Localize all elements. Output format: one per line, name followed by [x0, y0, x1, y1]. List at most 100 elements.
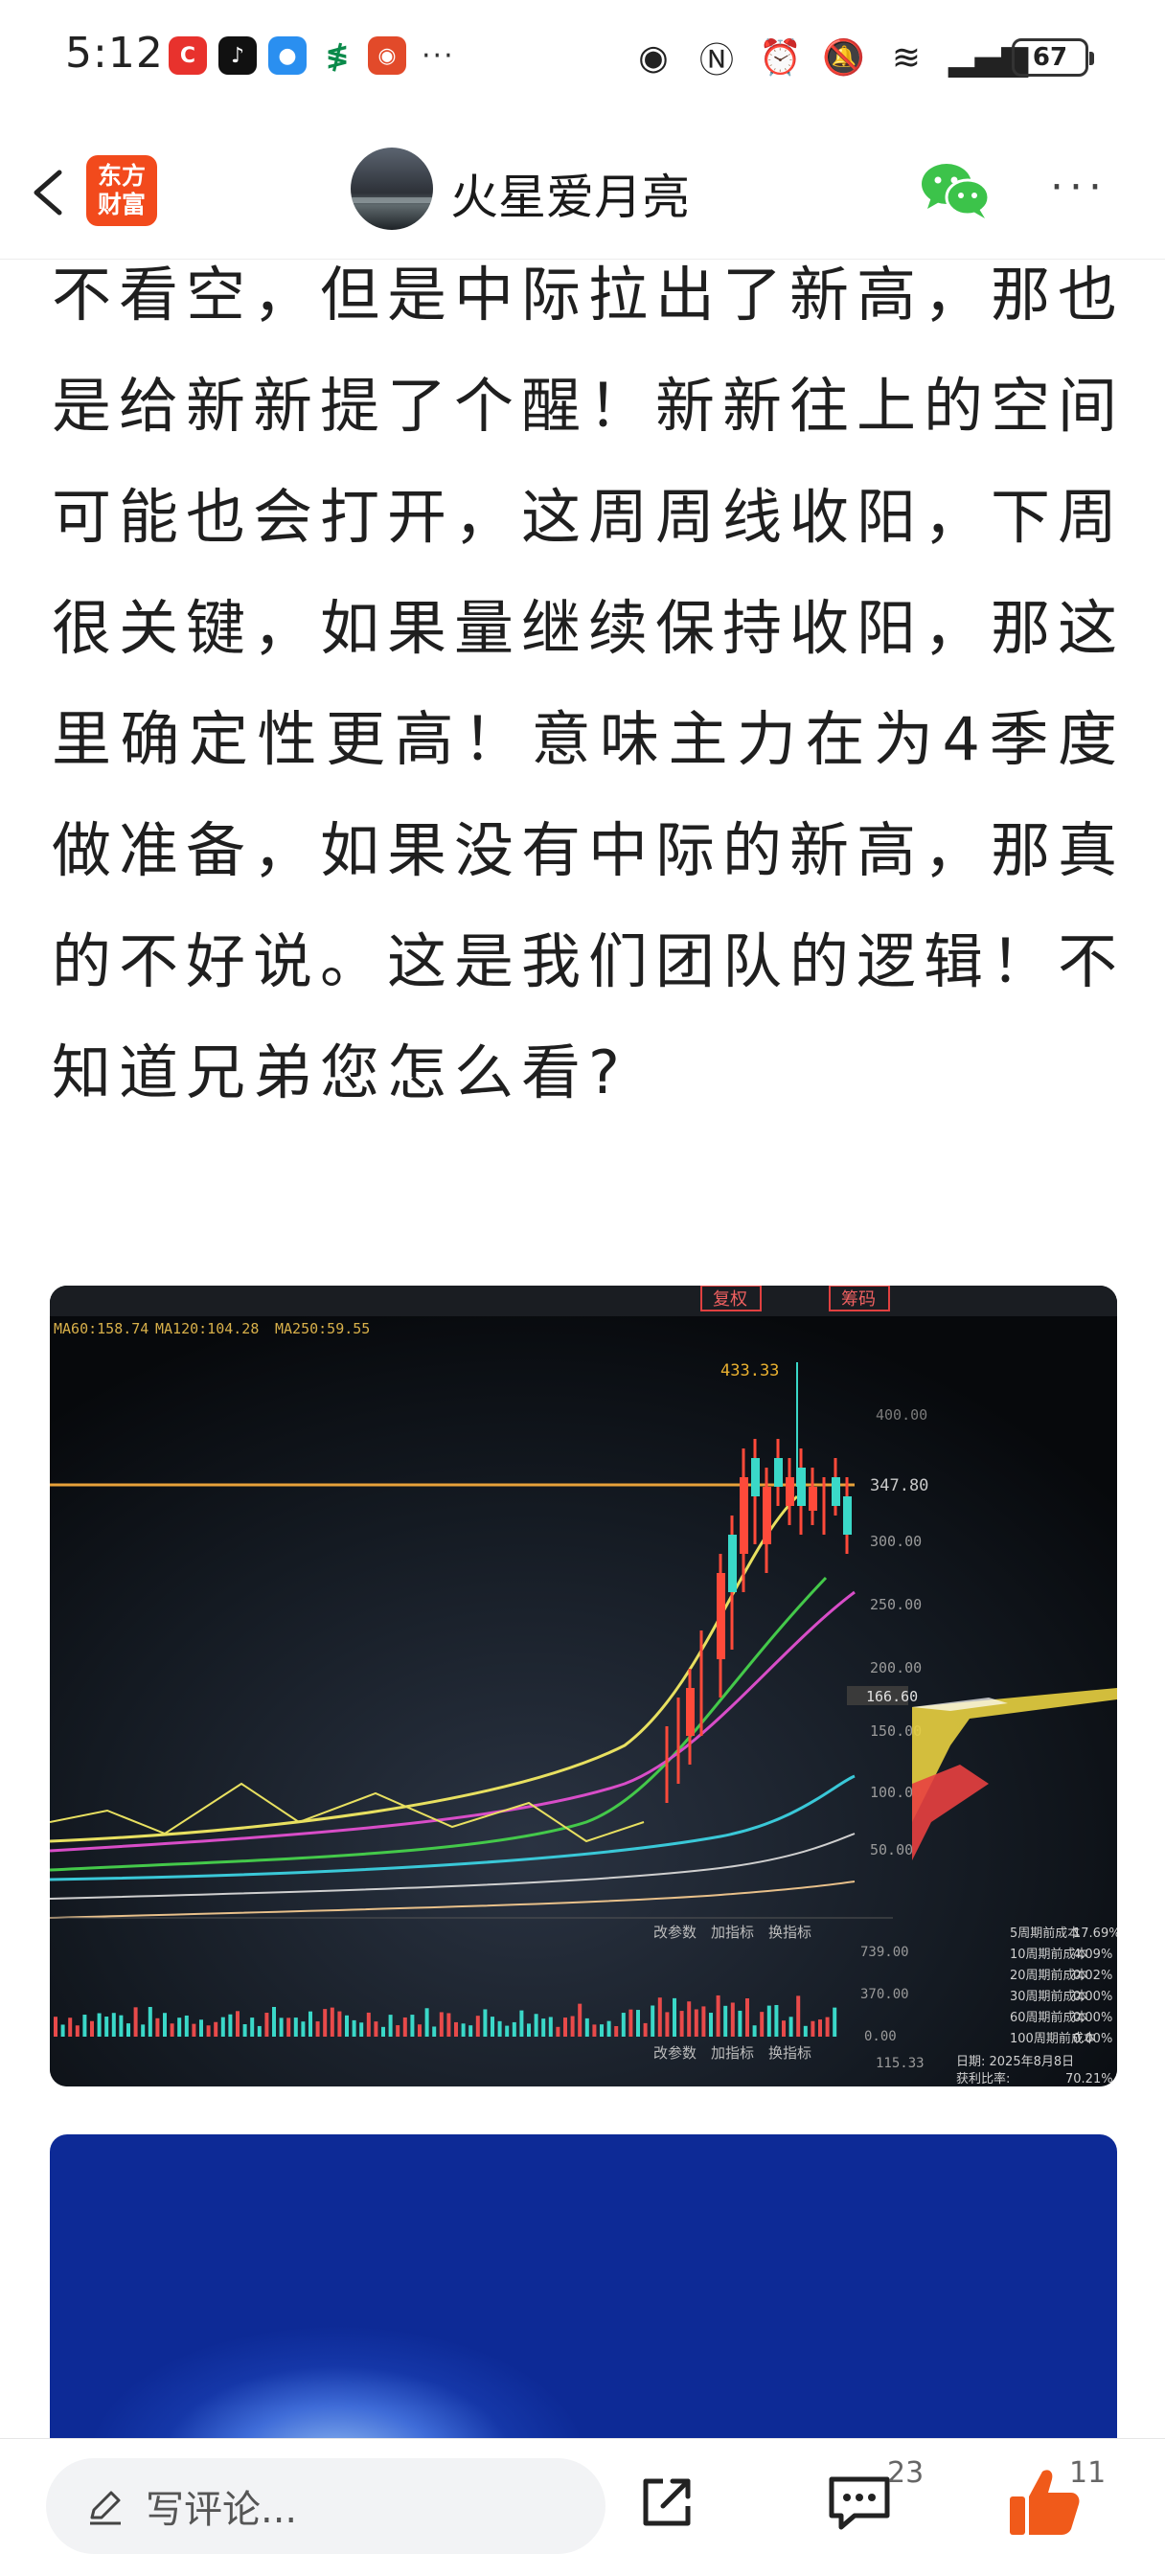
- volume-bar: [82, 2015, 87, 2037]
- volume-bar: [614, 2025, 619, 2037]
- volume-bar: [199, 2019, 203, 2037]
- profit-value: 70.21%: [1065, 2072, 1113, 2086]
- post-image-2[interactable]: [50, 2134, 1117, 2460]
- volume-bar: [170, 2023, 174, 2037]
- volume-bar: [133, 2007, 138, 2037]
- add-indicator-label-2: 加指标: [711, 2044, 754, 2062]
- ma60-label: MA60:158.74: [54, 1320, 148, 1337]
- volume-bar: [578, 2003, 582, 2037]
- volume-bar: [483, 2009, 488, 2037]
- switch-indicator-label: 换指标: [768, 1924, 811, 1941]
- notification-icons: C ♪ ● ≸ ◉ ···: [169, 36, 455, 75]
- comment-icon[interactable]: [826, 2472, 893, 2533]
- volume-bar: [75, 2025, 80, 2037]
- comment-input[interactable]: 写评论...: [46, 2458, 605, 2554]
- volume-bar: [374, 2021, 378, 2037]
- user-avatar[interactable]: [351, 148, 433, 230]
- volume-bar: [716, 1995, 720, 2037]
- chevron-left-icon: [34, 170, 62, 216]
- volume-bar: [505, 2025, 510, 2037]
- volume-bar: [782, 2020, 786, 2037]
- cost-legend-label: 5周期前成本: [1010, 1926, 1080, 1941]
- y-tick: 400.00: [876, 1406, 927, 1424]
- wechat-icon[interactable]: [920, 159, 991, 220]
- cost-legend-value: 0.00%: [1073, 2032, 1112, 2046]
- volume-bar: [825, 2017, 830, 2037]
- volume-bar: [833, 2007, 837, 2037]
- volume-bar: [673, 1997, 676, 2037]
- volume-bar: [250, 2017, 255, 2037]
- status-time: 5:12: [65, 29, 164, 78]
- volume-bar: [126, 2023, 130, 2037]
- y-tick: 300.00: [870, 1533, 922, 1550]
- volume-bar: [563, 2017, 567, 2037]
- volume-bar: [556, 2026, 560, 2037]
- volume-bar: [141, 2024, 146, 2037]
- message-bubble-icon: ●: [268, 36, 307, 75]
- volume-bar: [679, 2011, 684, 2037]
- share-icon[interactable]: [636, 2472, 697, 2533]
- volume-bar: [709, 2013, 713, 2037]
- volume-bar: [454, 2021, 458, 2037]
- brand-logo-line1: 东方: [97, 162, 146, 190]
- volume-bar: [177, 2017, 182, 2037]
- volume-bar: [796, 1995, 801, 2037]
- volume-bar: [330, 2007, 334, 2037]
- volume-bar: [636, 2010, 640, 2037]
- volume-bar: [155, 2017, 160, 2037]
- volume-bar: [236, 2011, 240, 2037]
- volume-bar: [366, 2012, 371, 2037]
- battery-icon: 67: [1012, 38, 1094, 77]
- volume-bar: [111, 2013, 116, 2037]
- app-red-icon: ◉: [368, 36, 406, 75]
- volume-bar: [643, 2022, 648, 2037]
- volume-bar: [570, 2016, 575, 2037]
- cost-legend-value: 0.00%: [1073, 2011, 1112, 2025]
- back-button[interactable]: [21, 159, 79, 226]
- volume-bar: [119, 2015, 124, 2037]
- volume-bar: [760, 2012, 765, 2037]
- volume-bar: [148, 2006, 152, 2037]
- volume-bar: [774, 2004, 779, 2037]
- more-options-button[interactable]: ···: [1050, 167, 1119, 211]
- eastmoney-logo[interactable]: 东方 财富: [86, 155, 157, 226]
- volume-bar: [192, 2023, 196, 2037]
- cost-legend-value: 4.09%: [1073, 1948, 1112, 1962]
- battery-level: 67: [1032, 43, 1068, 72]
- volume-bar: [359, 2022, 364, 2037]
- volume-bar: [606, 2020, 611, 2037]
- volume-bar: [206, 2025, 211, 2037]
- peak-label: 433.33: [720, 1361, 779, 1380]
- volume-bar: [475, 2016, 480, 2037]
- volume-bar: [788, 2017, 793, 2037]
- cost-legend-value: 17.69%: [1073, 1926, 1117, 1941]
- current-price-label: 166.60: [866, 1688, 918, 1705]
- volume-bar: [512, 2021, 516, 2037]
- volume-bar: [665, 2012, 670, 2037]
- volume-bar: [60, 2024, 65, 2037]
- y-tick: 200.00: [870, 1659, 922, 1676]
- volume-bar: [424, 2008, 429, 2037]
- volume-bar: [396, 2025, 400, 2037]
- volume-tick: 739.00: [860, 1945, 909, 1960]
- volume-bar: [600, 2024, 604, 2037]
- volume-bar: [527, 2023, 531, 2037]
- volume-bar: [184, 2015, 189, 2037]
- volume-bar: [628, 2009, 633, 2037]
- volume-tick: 370.00: [860, 1987, 909, 2002]
- volume-bar: [657, 1997, 662, 2037]
- volume-bar: [54, 2017, 57, 2037]
- username[interactable]: 火星爱月亮: [450, 159, 690, 228]
- volume-bar: [418, 2024, 422, 2037]
- volume-bar: [491, 2017, 494, 2037]
- volume-bar: [584, 2017, 589, 2037]
- volume-tick: 0.00: [864, 2029, 897, 2044]
- c-icon: C: [169, 36, 207, 75]
- more-notifications: ···: [422, 38, 455, 73]
- volume-bar: [519, 2010, 524, 2037]
- post-image-stock-chart[interactable]: 复权 筹码 MA60:158.74 MA120:104.28 MA250:59.…: [50, 1286, 1117, 2086]
- volume-bar: [242, 2024, 247, 2037]
- volume-bar: [228, 2014, 233, 2037]
- mute-icon: 🔕: [822, 38, 865, 78]
- comment-count: 23: [887, 2456, 925, 2490]
